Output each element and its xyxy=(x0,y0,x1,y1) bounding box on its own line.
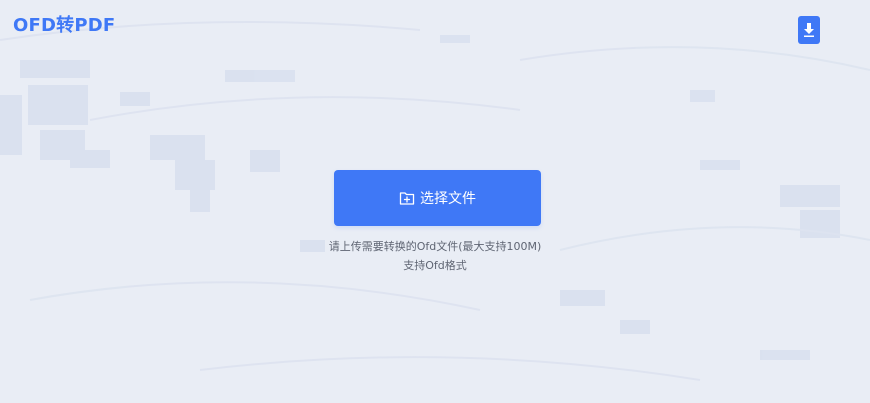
upload-hint: 请上传需要转换的Ofd文件(最大支持100M) xyxy=(328,240,542,253)
format-hint: 支持Ofd格式 xyxy=(403,259,467,272)
select-file-button[interactable]: 选择文件 xyxy=(334,170,541,226)
folder-add-icon xyxy=(399,190,415,206)
app-title: OFD转PDF xyxy=(13,15,116,36)
select-file-label: 选择文件 xyxy=(420,191,476,207)
download-button[interactable] xyxy=(798,16,820,44)
download-icon xyxy=(804,23,814,37)
